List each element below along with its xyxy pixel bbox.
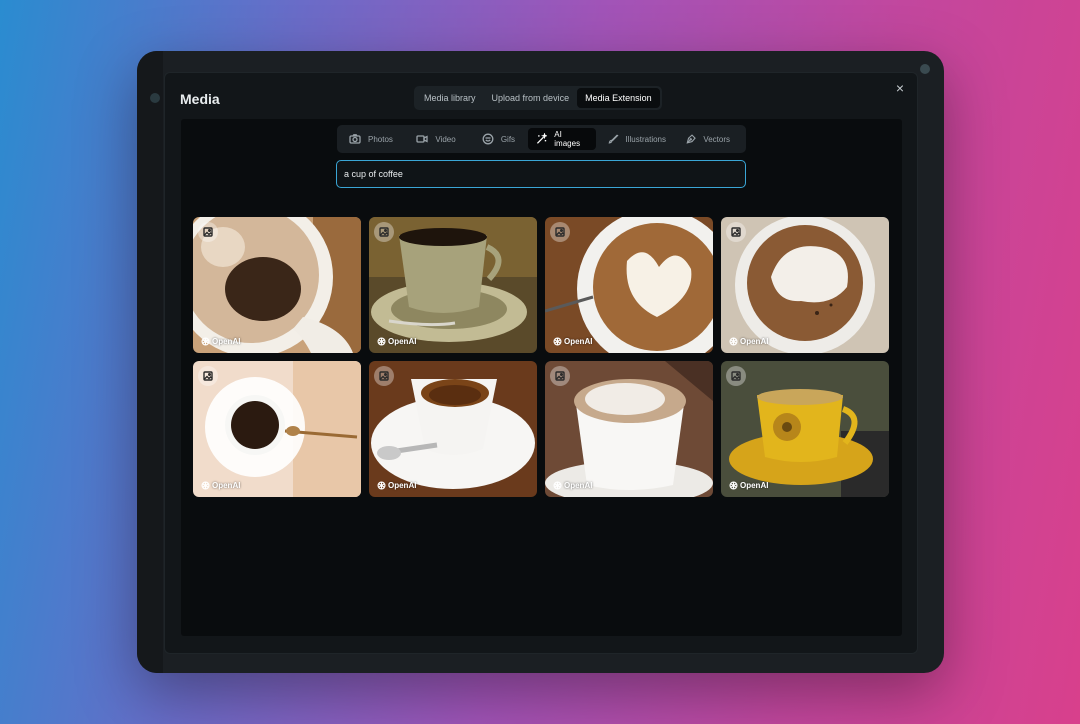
openai-logo-icon: [729, 337, 738, 346]
openai-logo-icon: [377, 337, 386, 346]
modal-title: Media: [180, 91, 220, 107]
tab-video[interactable]: Video: [408, 128, 469, 150]
ai-credit-label: OpenAI: [740, 481, 769, 490]
result-image: [721, 217, 889, 353]
ai-credit-label: OpenAI: [212, 481, 241, 490]
tab-illustrations[interactable]: Illustrations: [600, 128, 674, 150]
image-icon: [555, 227, 565, 237]
openai-logo-icon: [201, 481, 210, 490]
device-sidebar: [137, 51, 163, 673]
tab-vectors[interactable]: Vectors: [678, 128, 738, 150]
ai-credit-label: OpenAI: [212, 337, 241, 346]
image-type-badge: [550, 222, 570, 242]
image-type-badge: [726, 366, 746, 386]
tab-photos[interactable]: Photos: [341, 128, 404, 150]
extension-panel: Photos Video Gifs AI images Illustration…: [181, 119, 902, 636]
ai-credit: OpenAI: [201, 337, 240, 346]
image-icon: [379, 371, 389, 381]
tab-gifs[interactable]: Gifs: [474, 128, 524, 150]
tab-photos-label: Photos: [368, 134, 393, 144]
magic-wand-icon: [536, 133, 548, 144]
result-image: [545, 361, 713, 497]
tab-ai-images[interactable]: AI images: [527, 128, 596, 150]
tab-illustrations-label: Illustrations: [625, 134, 666, 144]
media-type-tabs: Photos Video Gifs AI images Illustration…: [337, 125, 746, 153]
image-type-badge: [198, 222, 218, 242]
result-image: [193, 361, 361, 497]
openai-logo-icon: [201, 337, 210, 346]
close-button[interactable]: ×: [892, 80, 908, 96]
image-icon: [203, 227, 213, 237]
result-card[interactable]: OpenAI: [369, 217, 537, 353]
result-image: [369, 361, 537, 497]
result-card[interactable]: OpenAI: [545, 217, 713, 353]
tab-media-extension[interactable]: Media Extension: [577, 88, 660, 108]
openai-logo-icon: [729, 481, 738, 490]
ai-credit-label: OpenAI: [740, 337, 769, 346]
openai-logo-icon: [377, 481, 386, 490]
image-type-badge: [198, 366, 218, 386]
pen-tool-icon: [686, 134, 696, 144]
media-modal: Media × Media library Upload from device…: [164, 72, 918, 654]
result-image: [545, 217, 713, 353]
result-card[interactable]: OpenAI: [721, 361, 889, 497]
result-card[interactable]: OpenAI: [193, 217, 361, 353]
ai-credit: OpenAI: [729, 337, 768, 346]
tab-gifs-label: Gifs: [500, 134, 516, 144]
result-card[interactable]: OpenAI: [193, 361, 361, 497]
ai-credit: OpenAI: [377, 481, 416, 490]
image-icon: [203, 371, 213, 381]
ai-credit: OpenAI: [377, 337, 416, 346]
search-input[interactable]: [336, 160, 746, 188]
image-type-badge: [726, 222, 746, 242]
device-nav-dot: [150, 93, 160, 103]
openai-logo-icon: [553, 481, 562, 490]
brush-icon: [608, 134, 619, 144]
video-icon: [416, 135, 429, 143]
ai-credit: OpenAI: [729, 481, 768, 490]
result-card[interactable]: OpenAI: [721, 217, 889, 353]
ai-credit-label: OpenAI: [564, 337, 593, 346]
source-tabs: Media library Upload from device Media E…: [414, 86, 662, 110]
tab-upload-from-device[interactable]: Upload from device: [484, 88, 578, 108]
ai-credit: OpenAI: [553, 337, 592, 346]
openai-logo-icon: [553, 337, 562, 346]
smiley-icon: [482, 133, 494, 145]
result-image: [193, 217, 361, 353]
result-card[interactable]: OpenAI: [545, 361, 713, 497]
result-image: [369, 217, 537, 353]
tab-vectors-label: Vectors: [703, 134, 730, 144]
ai-credit-label: OpenAI: [388, 337, 417, 346]
camera-icon: [349, 134, 361, 144]
tab-ai-images-label: AI images: [554, 130, 581, 148]
ai-credit: OpenAI: [201, 481, 240, 490]
result-card[interactable]: OpenAI: [369, 361, 537, 497]
image-type-badge: [550, 366, 570, 386]
ai-credit-label: OpenAI: [388, 481, 417, 490]
ai-credit: OpenAI: [553, 481, 592, 490]
image-icon: [555, 371, 565, 381]
image-icon: [731, 371, 741, 381]
tab-video-label: Video: [435, 134, 456, 144]
ai-credit-label: OpenAI: [564, 481, 593, 490]
tab-media-library[interactable]: Media library: [416, 88, 484, 108]
image-icon: [379, 227, 389, 237]
result-image: [721, 361, 889, 497]
device-avatar-dot: [920, 64, 930, 74]
image-type-badge: [374, 366, 394, 386]
image-icon: [731, 227, 741, 237]
image-type-badge: [374, 222, 394, 242]
